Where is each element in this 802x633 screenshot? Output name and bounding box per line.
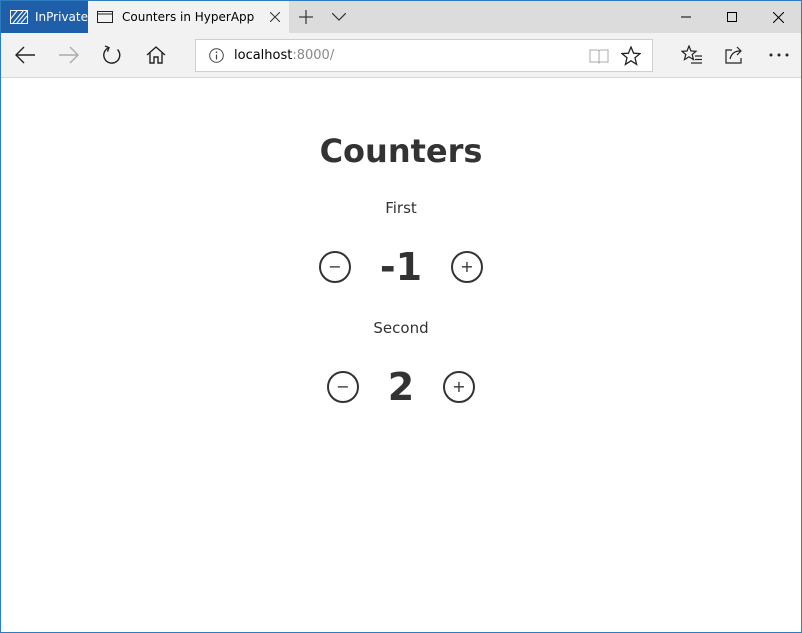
counter-label-second: Second [373,319,429,337]
plus-icon[interactable] [290,1,322,33]
url-host: localhost [234,48,293,63]
url-path: :8000/ [292,48,335,63]
page-content: Counters First − -1 + Second − 2 + [1,78,801,632]
minimize-icon[interactable] [663,1,709,33]
more-icon[interactable] [757,33,801,77]
increment-button-first[interactable]: + [451,251,483,283]
navigation-toolbar: localhost:8000/ [1,33,801,78]
page-title: Counters [319,132,483,170]
info-icon[interactable] [209,48,224,63]
maximize-icon[interactable] [709,1,755,33]
chevron-down-icon[interactable] [323,1,355,33]
counter-value-first: -1 [379,245,423,289]
favorites-hub-icon[interactable] [670,33,714,77]
browser-window: InPrivate Counters in HyperApp localhost… [0,0,802,633]
tab-page-icon [97,11,113,23]
inprivate-label: InPrivate [35,10,88,24]
counter-label-first: First [385,199,417,217]
home-icon[interactable] [134,33,178,77]
back-arrow-icon[interactable] [3,33,47,77]
counter-value-second: 2 [387,365,415,409]
tab-counters[interactable]: Counters in HyperApp [88,1,289,33]
decrement-button-first[interactable]: − [319,251,351,283]
counter-second: − 2 + [1,365,801,409]
forward-arrow-icon[interactable] [47,33,91,77]
counter-first: − -1 + [1,245,801,289]
tab-strip: InPrivate Counters in HyperApp [1,1,801,33]
refresh-icon[interactable] [90,33,134,77]
close-icon[interactable] [261,1,289,33]
close-window-icon[interactable] [755,1,801,33]
inprivate-icon [10,10,28,24]
reading-view-icon[interactable] [583,40,615,71]
increment-button-second[interactable]: + [443,371,475,403]
decrement-button-second[interactable]: − [327,371,359,403]
inprivate-badge[interactable]: InPrivate [1,1,88,33]
star-icon[interactable] [615,40,647,71]
tab-title: Counters in HyperApp [122,10,255,24]
address-bar[interactable]: localhost:8000/ [195,39,653,72]
share-icon[interactable] [713,33,757,77]
